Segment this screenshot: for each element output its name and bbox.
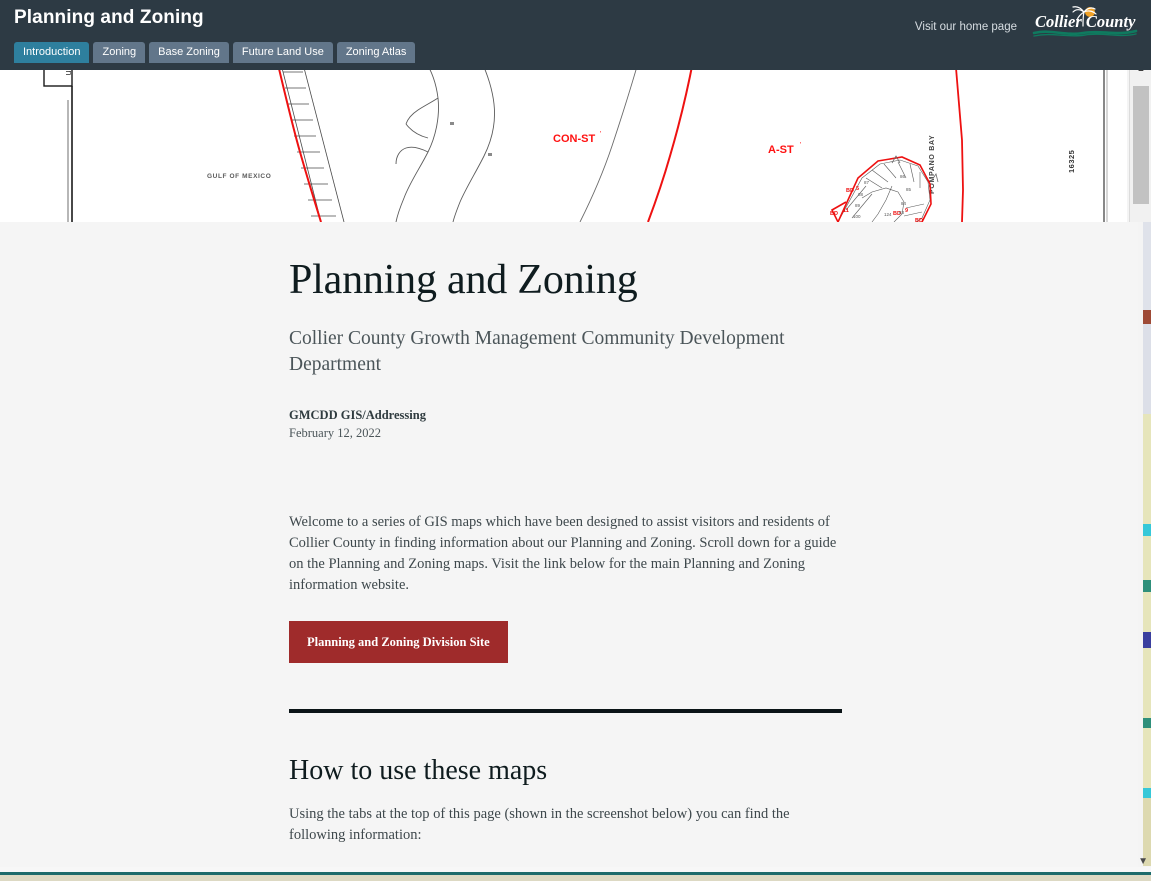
tab-zoning-atlas[interactable]: Zoning Atlas — [336, 42, 416, 63]
svg-text:9: 9 — [905, 208, 908, 214]
app-title: Planning and Zoning — [14, 7, 204, 28]
svg-text:11: 11 — [843, 208, 849, 214]
application-window: The Coun GULF OF MEXICO — [0, 0, 1151, 881]
svg-text:': ' — [600, 131, 601, 138]
svg-text:Collier County: Collier County — [1035, 12, 1136, 31]
planning-zoning-division-site-button[interactable]: Planning and Zoning Division Site — [289, 620, 508, 663]
content-panel: Planning and Zoning Collier County Growt… — [0, 222, 1138, 867]
section-divider — [289, 709, 842, 713]
svg-text:GULF OF MEXICO: GULF OF MEXICO — [207, 173, 271, 180]
svg-text:88: 88 — [858, 192, 864, 197]
svg-text:83: 83 — [899, 210, 905, 215]
svg-text:BD: BD — [846, 188, 854, 194]
header-right-group: Visit our home page Collier County — [915, 5, 1139, 39]
bottom-strip — [0, 867, 1151, 881]
svg-text:124: 124 — [884, 212, 892, 217]
svg-text:84: 84 — [901, 201, 907, 206]
content-column: Planning and Zoning Collier County Growt… — [289, 222, 842, 867]
page-scroll-down-arrow-icon[interactable]: ▼ — [1138, 857, 1148, 867]
intro-block: Welcome to a series of GIS maps which ha… — [289, 512, 842, 663]
bottom-rule — [0, 872, 1151, 875]
section-paragraph: Using the tabs at the top of this page (… — [289, 806, 790, 844]
page-subtitle: Collier County Growth Management Communi… — [289, 328, 785, 375]
home-page-link[interactable]: Visit our home page — [915, 11, 1017, 33]
svg-text:': ' — [800, 142, 801, 149]
bottom-underlying-map — [0, 875, 1151, 881]
scrollbar-thumb[interactable] — [1133, 86, 1149, 204]
zoning-map-viewport[interactable]: The Coun GULF OF MEXICO — [0, 60, 1127, 222]
navigation-tabs: Introduction Zoning Base Zoning Future L… — [14, 42, 416, 63]
map-vertical-scrollbar[interactable]: ▲ — [1129, 60, 1151, 222]
svg-text:100: 100 — [853, 214, 861, 219]
intro-paragraph: Welcome to a series of GIS maps which ha… — [289, 513, 837, 594]
svg-text:86: 86 — [900, 174, 906, 179]
svg-text:89: 89 — [855, 203, 861, 208]
tab-base-zoning[interactable]: Base Zoning — [149, 42, 229, 63]
tab-zoning[interactable]: Zoning — [93, 42, 146, 63]
section-title: How to use these maps — [289, 755, 548, 786]
svg-text:87: 87 — [864, 180, 870, 185]
tab-future-land-use[interactable]: Future Land Use — [232, 42, 333, 63]
collier-county-logo[interactable]: Collier County — [1031, 5, 1139, 39]
page-title: Planning and Zoning — [289, 257, 638, 303]
svg-text:85: 85 — [906, 187, 912, 192]
svg-text:16325: 16325 — [1067, 150, 1076, 173]
byline-author: GMCDD GIS/Addressing — [289, 407, 426, 422]
svg-text:CON-ST: CON-ST — [553, 133, 595, 145]
svg-text:A-ST: A-ST — [768, 144, 794, 156]
tab-introduction[interactable]: Introduction — [14, 42, 90, 63]
byline-date: February 12, 2022 — [289, 425, 381, 440]
svg-text:BD: BD — [830, 211, 838, 217]
